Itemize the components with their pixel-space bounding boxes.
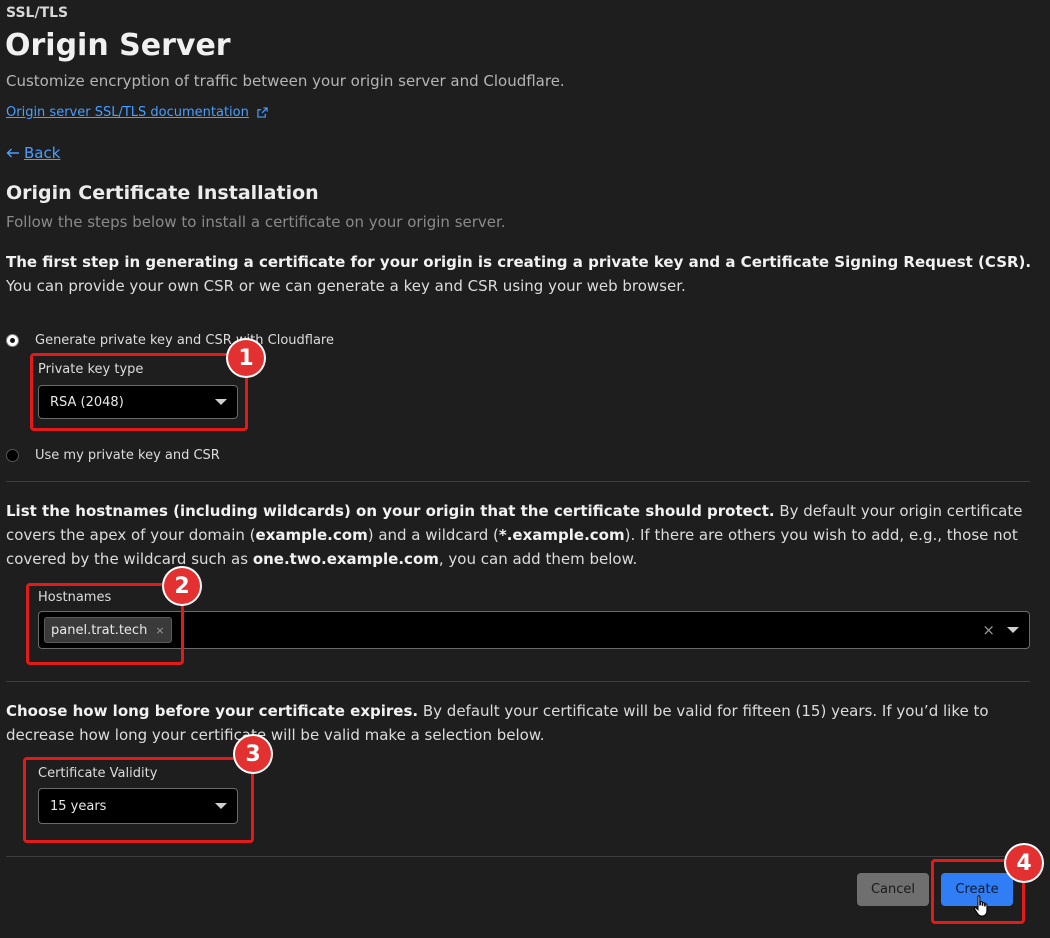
- step1-bold: The first step in generating a certifica…: [6, 253, 1032, 271]
- step2-text-2: ) and a wildcard (: [367, 526, 499, 544]
- page-subtitle: Customize encryption of traffic between …: [6, 72, 565, 90]
- hostnames-input[interactable]: panel.trat.tech × ×: [38, 611, 1030, 649]
- annotation-badge-1: 1: [228, 340, 264, 376]
- step2-text-4: , you can add them below.: [438, 550, 638, 568]
- wildcard-domain-example: *.example.com: [498, 526, 625, 544]
- documentation-link[interactable]: Origin server SSL/TLS documentation: [6, 105, 268, 120]
- divider: [6, 856, 1030, 857]
- back-link[interactable]: Back: [6, 144, 60, 162]
- subdomain-example: one.two.example.com: [252, 550, 439, 568]
- annotation-badge-2: 2: [164, 568, 200, 604]
- arrow-left-icon: [6, 148, 19, 158]
- annotation-box-1: [30, 353, 248, 431]
- back-link-label: Back: [24, 144, 61, 162]
- annotation-badge-3: 3: [235, 736, 271, 772]
- documentation-link-label: Origin server SSL/TLS documentation: [6, 105, 249, 120]
- cancel-button[interactable]: Cancel: [857, 873, 929, 906]
- divider: [6, 681, 1030, 682]
- annotation-badge-4: 4: [1006, 845, 1042, 881]
- external-link-icon: [257, 107, 268, 118]
- step1-description: The first step in generating a certifica…: [6, 250, 1036, 298]
- chevron-down-icon: [1007, 627, 1019, 633]
- annotation-box-3: [23, 757, 254, 843]
- radio-own-key[interactable]: Use my private key and CSR: [6, 448, 220, 463]
- step1-rest: You can provide your own CSR or we can g…: [6, 277, 686, 295]
- radio-generate-key-label: Generate private key and CSR with Cloudf…: [35, 333, 334, 348]
- install-subtitle: Follow the steps below to install a cert…: [6, 213, 506, 231]
- clear-icon[interactable]: ×: [982, 621, 995, 639]
- radio-generate-key-control[interactable]: [6, 334, 19, 347]
- step3-bold: Choose how long before your certificate …: [6, 702, 419, 720]
- radio-generate-key[interactable]: Generate private key and CSR with Cloudf…: [6, 333, 334, 348]
- radio-own-key-label: Use my private key and CSR: [35, 448, 220, 463]
- page-title: Origin Server: [5, 28, 231, 63]
- install-title: Origin Certificate Installation: [6, 182, 319, 204]
- radio-own-key-control[interactable]: [6, 449, 19, 462]
- annotation-box-2: [26, 583, 184, 665]
- divider: [6, 481, 1030, 482]
- section-label: SSL/TLS: [6, 5, 69, 21]
- step3-description: Choose how long before your certificate …: [6, 699, 1036, 747]
- apex-domain-example: example.com: [255, 526, 368, 544]
- step2-description: List the hostnames (including wildcards)…: [6, 499, 1036, 571]
- step2-bold: List the hostnames (including wildcards)…: [6, 502, 775, 520]
